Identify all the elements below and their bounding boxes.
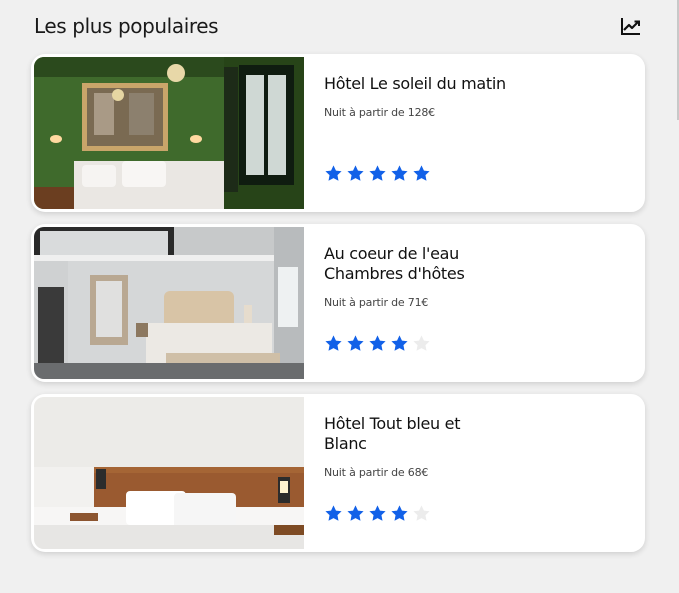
star-filled-icon [369,165,386,181]
loft-bedroom-photo [34,227,304,379]
star-filled-icon [391,335,408,351]
star-filled-icon [369,505,386,521]
hotel-name: Au coeur de l'eau Chambres d'hôtes [324,244,544,284]
star-filled-icon [347,335,364,351]
star-filled-icon [325,165,342,181]
rating-stars [324,164,431,183]
hotel-price: Nuit à partir de 128€ [324,106,435,119]
hotel-name-line2: Chambres d'hôtes [324,264,465,283]
white-bedroom-photo [34,397,304,549]
star-filled-icon [325,505,342,521]
section-title: Les plus populaires [34,14,219,38]
star-filled-icon [391,165,408,181]
hotel-card[interactable]: Hôtel Tout bleu et Blanc Nuit à partir d… [31,394,645,552]
star-filled-icon [347,165,364,181]
hotel-price: Nuit à partir de 68€ [324,466,429,479]
hotel-info: Hôtel Tout bleu et Blanc Nuit à partir d… [324,414,544,479]
hotel-card[interactable]: Hôtel Le soleil du matin Nuit à partir d… [31,54,645,212]
hotel-name: Hôtel Le soleil du matin [324,74,544,94]
hotel-name-line2: Blanc [324,434,367,453]
hotel-name: Hôtel Tout bleu et Blanc [324,414,544,454]
hotel-name-line1: Hôtel Le soleil du matin [324,74,506,93]
trending-chart-icon[interactable] [619,14,643,38]
rating-stars [324,334,431,353]
hotel-card[interactable]: Au coeur de l'eau Chambres d'hôtes Nuit … [31,224,645,382]
star-filled-icon [347,505,364,521]
star-filled-icon [325,335,342,351]
hotel-name-line1: Hôtel Tout bleu et [324,414,461,433]
hotel-info: Au coeur de l'eau Chambres d'hôtes Nuit … [324,244,544,309]
star-empty-icon [413,505,430,521]
rating-stars [324,504,431,523]
star-filled-icon [413,165,430,181]
star-filled-icon [391,505,408,521]
star-filled-icon [369,335,386,351]
hotel-price: Nuit à partir de 71€ [324,296,429,309]
section-header: Les plus populaires [34,12,643,42]
green-bedroom-photo [34,57,304,209]
hotel-info: Hôtel Le soleil du matin Nuit à partir d… [324,74,544,119]
star-empty-icon [413,335,430,351]
hotel-name-line1: Au coeur de l'eau [324,244,460,263]
